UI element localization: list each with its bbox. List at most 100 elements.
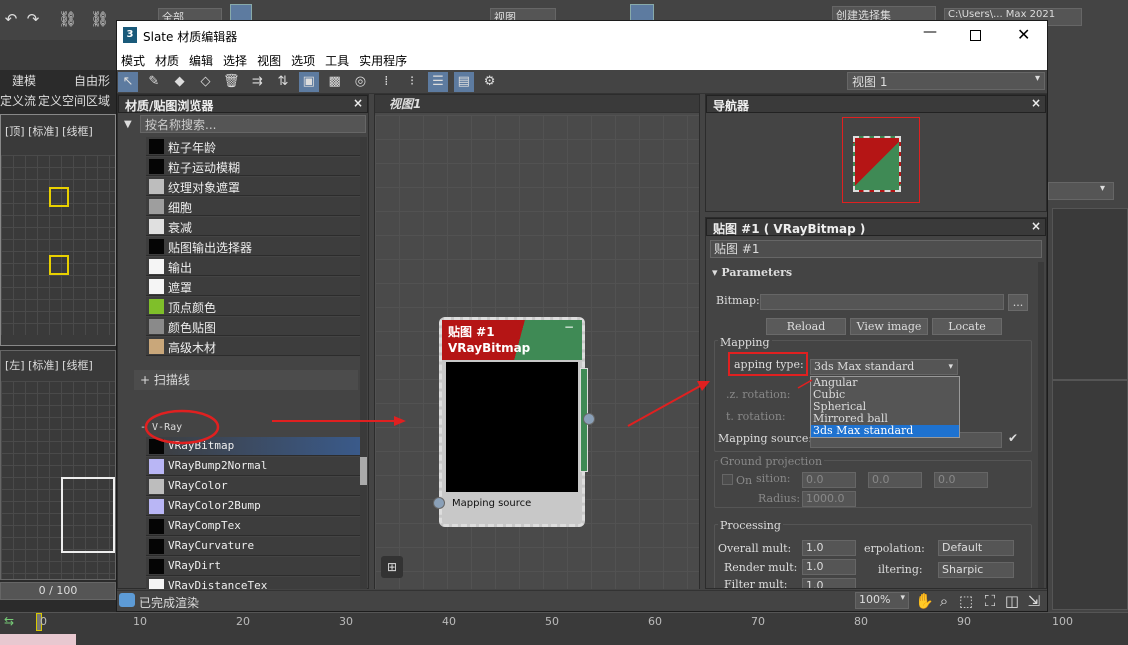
pan-icon[interactable]: ✋ (915, 592, 934, 610)
browser-item[interactable]: VRayColor (146, 477, 360, 496)
browser-item[interactable]: 颜色贴图 (146, 317, 360, 336)
minimize-icon[interactable]: — (923, 24, 937, 40)
output-port[interactable] (583, 413, 595, 425)
viewport-top[interactable]: [顶] [标准] [线框] (0, 114, 116, 346)
close-icon[interactable]: × (1031, 96, 1041, 110)
delete-icon[interactable]: 🗑 (221, 72, 241, 92)
tab-model[interactable]: 建模 (12, 72, 36, 89)
bitmap-browse-button[interactable]: ... (1008, 294, 1028, 311)
browser-item[interactable]: 粒子年龄 (146, 137, 360, 156)
view-image-button[interactable]: View image (850, 318, 928, 335)
toggle-browser-icon[interactable]: ☰ (427, 72, 448, 92)
interpolation-dropdown[interactable]: Default (938, 540, 1014, 556)
menu-edit[interactable]: 编辑 (185, 50, 219, 69)
frame-counter[interactable]: 0 / 100 (0, 582, 116, 600)
node-header[interactable]: 贴图 #1 VRayBitmap − (442, 320, 582, 360)
position-y-field[interactable]: 0.0 (868, 472, 922, 488)
zoom-selected-icon[interactable]: ◫ (1003, 592, 1021, 610)
redo-icon[interactable]: ↷ (24, 10, 42, 28)
browser-item[interactable]: 粒子运动模糊 (146, 157, 360, 176)
checkmark-icon[interactable]: ✔ (1008, 431, 1018, 445)
browser-search-input[interactable]: 按名称搜索... (140, 115, 366, 133)
close-icon[interactable]: × (1031, 219, 1041, 233)
position-x-field[interactable]: 0.0 (802, 472, 856, 488)
browser-item[interactable]: 衰减 (146, 217, 360, 236)
option-3ds-max-standard[interactable]: 3ds Max standard (811, 425, 959, 437)
overall-mult-field[interactable]: 1.0 (802, 540, 856, 556)
menu-mode[interactable]: 模式 (117, 50, 151, 69)
props-scrollbar[interactable] (1038, 262, 1044, 588)
render-mult-field[interactable]: 1.0 (802, 559, 856, 575)
layout-children-icon[interactable]: ⁝ (402, 72, 422, 92)
link-icon[interactable]: ⛓ (58, 10, 77, 28)
category-scanline[interactable]: + 扫描线 (134, 370, 358, 390)
timeline[interactable]: ⇆ 0 10 20 30 40 50 60 70 80 90 100 (0, 612, 1128, 632)
browser-scrollbar[interactable] (360, 137, 367, 589)
zoom-icon[interactable]: ⌕ (935, 592, 953, 610)
pan-to-selected-icon[interactable]: ⇲ (1025, 592, 1043, 610)
navigator-view[interactable] (842, 117, 920, 203)
unlink-icon[interactable]: ⛓ (90, 10, 109, 28)
browser-item[interactable]: VRayDistanceTex (146, 577, 360, 589)
browser-item[interactable]: 顶点颜色 (146, 297, 360, 316)
menu-view[interactable]: 视图 (253, 50, 287, 69)
input-port[interactable] (433, 497, 445, 509)
close-icon[interactable]: ✕ (1017, 25, 1030, 44)
def-flow[interactable]: 定义流 (0, 92, 36, 109)
filtering-dropdown[interactable]: Sharpic (938, 562, 1014, 578)
mapping-type-dropdown[interactable]: 3ds Max standard ▾ (810, 359, 958, 375)
toggle-params-icon[interactable]: ▤ (453, 72, 474, 92)
menu-options[interactable]: 选项 (287, 50, 321, 69)
menu-tools[interactable]: 工具 (321, 50, 355, 69)
def-space[interactable]: 定义空间区域 (38, 92, 110, 109)
tab-free[interactable]: 自由形 (74, 72, 110, 89)
locate-button[interactable]: Locate (932, 318, 1002, 335)
pick-material-icon[interactable]: ✎ (144, 72, 164, 92)
collapse-icon[interactable]: − (564, 320, 574, 334)
browser-item[interactable]: VRayDirt (146, 557, 360, 576)
scrollbar-thumb[interactable] (360, 457, 367, 485)
hide-unused-icon[interactable]: ⇅ (273, 72, 293, 92)
maximize-icon[interactable] (970, 30, 981, 41)
filter-mult-field[interactable]: 1.0 (802, 578, 856, 588)
map-name-field[interactable]: 贴图 #1 (710, 240, 1042, 258)
browser-item[interactable]: 高级木材 (146, 337, 360, 356)
put-to-scene-icon[interactable]: ◆ (170, 72, 190, 92)
browser-item[interactable]: VRayColor2Bump (146, 497, 360, 516)
vraybitmap-node[interactable]: 贴图 #1 VRayBitmap − Mapping source (439, 317, 588, 527)
zoom-region-icon[interactable]: ⬚ (957, 592, 975, 610)
browser-item[interactable]: 输出 (146, 257, 360, 276)
browser-item[interactable]: 贴图输出选择器 (146, 237, 360, 256)
view-select-dropdown[interactable]: 视图 1 ▾ (847, 72, 1045, 90)
zoom-dropdown[interactable]: 100% ▾ (855, 592, 909, 609)
chevron-down-icon[interactable]: ▼ (124, 119, 132, 130)
timeline-start-icon[interactable]: ⇆ (4, 614, 14, 628)
menu-material[interactable]: 材质 (151, 50, 185, 69)
maxscript-listener[interactable] (0, 634, 76, 645)
material-id-icon[interactable]: ◎ (350, 72, 370, 92)
navigate-icon[interactable]: ⊞ (381, 556, 403, 578)
undo-icon[interactable]: ↶ (2, 10, 20, 28)
show-map-icon[interactable]: ▣ (298, 72, 319, 92)
menu-select[interactable]: 选择 (219, 50, 253, 69)
browser-item[interactable]: 纹理对象遮罩 (146, 177, 360, 196)
assign-material-icon[interactable]: ◇ (195, 72, 215, 92)
layout-all-icon[interactable]: ⁞ (376, 72, 396, 92)
browser-item[interactable]: VRayCompTex (146, 517, 360, 536)
select-tool-icon[interactable]: ↖ (118, 72, 138, 92)
browser-item[interactable]: VRayBump2Normal (146, 457, 360, 476)
browser-item[interactable]: 遮罩 (146, 277, 360, 296)
move-children-icon[interactable]: ⇉ (247, 72, 267, 92)
browser-item[interactable]: 细胞 (146, 197, 360, 216)
light-icon[interactable] (49, 255, 69, 275)
background-icon[interactable]: ▩ (325, 72, 345, 92)
menu-utilities[interactable]: 实用程序 (355, 50, 413, 69)
mapping-type-options[interactable]: Angular Cubic Spherical Mirrored ball 3d… (810, 376, 960, 438)
zoom-extents-icon[interactable]: ⛶ (981, 592, 999, 610)
parameters-rollout-header[interactable]: ▾ Parameters (712, 266, 792, 279)
bitmap-path-field[interactable] (760, 294, 1004, 310)
radius-field[interactable]: 1000.0 (802, 491, 856, 507)
on-checkbox[interactable] (722, 474, 733, 485)
light-icon[interactable] (49, 187, 69, 207)
browser-item[interactable]: VRayCurvature (146, 537, 360, 556)
